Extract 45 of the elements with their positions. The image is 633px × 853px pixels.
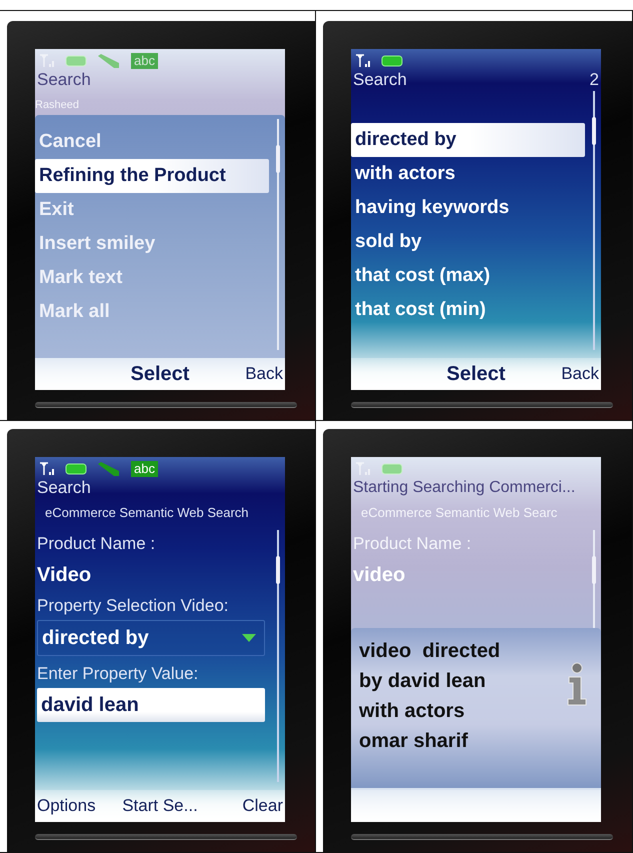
screen-title: Search (37, 69, 91, 91)
screen-title: Search (37, 477, 91, 499)
signal-icon (39, 462, 55, 476)
dropdown-arrow-icon (242, 634, 256, 642)
options-softkey[interactable]: Options (37, 796, 96, 816)
back-softkey[interactable]: Back (561, 364, 599, 384)
info-icon (565, 662, 587, 706)
field-label: Product Name : (37, 533, 156, 555)
select-softkey[interactable]: Start Se... (122, 796, 198, 816)
battery-icon (381, 55, 403, 67)
battery-icon (381, 463, 403, 475)
screen-title: Starting Searching Commerci... (353, 478, 576, 498)
dialog-message: video directed by david lean with actors omar sharif (359, 639, 500, 754)
screen-title: Search (353, 69, 407, 91)
battery-icon (65, 55, 87, 67)
pen-icon (97, 54, 121, 68)
field-value: video (353, 563, 406, 588)
field-label: Enter Property Value: (37, 663, 198, 685)
input-mode-indicator: abc (131, 53, 158, 69)
input-field[interactable]: david lean (37, 688, 265, 722)
list-item[interactable]: having keywords (351, 191, 585, 225)
select-softkey[interactable]: Select (130, 362, 190, 386)
field-value: Video (37, 563, 92, 588)
input-mode-indicator: abc (131, 461, 158, 477)
menu-item[interactable]: Refining the Product (35, 159, 269, 193)
battery-icon (65, 463, 87, 475)
screen-subtitle: eCommerce Semantic Web Searc (360, 504, 558, 522)
screen-subtitle: Rasheed (35, 98, 80, 113)
signal-icon (39, 54, 55, 68)
dropdown[interactable]: directed by (37, 620, 265, 656)
list-item[interactable]: directed by (351, 123, 585, 157)
select-softkey[interactable]: Select (446, 362, 506, 386)
field-label: Product Name : (353, 533, 472, 555)
list-item[interactable]: that cost (min) (351, 293, 585, 327)
signal-icon (355, 462, 371, 476)
back-softkey[interactable]: Back (245, 364, 283, 384)
signal-icon (355, 54, 371, 68)
item-counter: 2 (590, 69, 599, 91)
list-item[interactable]: that cost (max) (351, 259, 585, 293)
list-item[interactable]: sold by (351, 225, 585, 259)
list-item[interactable]: with actors (351, 157, 585, 191)
back-softkey[interactable]: Clear (242, 796, 283, 816)
screen-subtitle: eCommerce Semantic Web Search (44, 504, 249, 522)
field-label: Property Selection Video: (37, 595, 229, 617)
pen-icon (97, 462, 121, 476)
